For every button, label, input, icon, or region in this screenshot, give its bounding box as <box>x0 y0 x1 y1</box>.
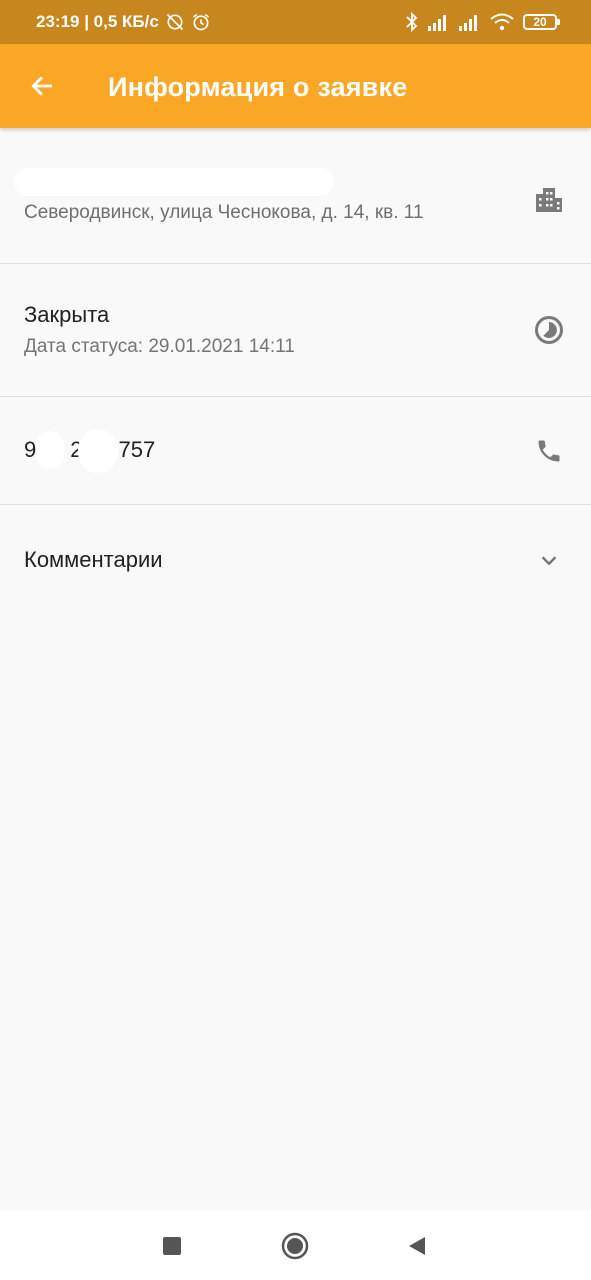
address-text: Северодвинск, улица Чеснокова, д. 14, кв… <box>24 202 424 223</box>
triangle-back-icon <box>409 1237 425 1255</box>
circle-icon <box>281 1232 309 1260</box>
status-bar: 23:19 | 0,5 КБ/с 20 <box>0 0 591 44</box>
arrow-left-icon <box>31 76 53 96</box>
recents-button[interactable] <box>155 1229 189 1263</box>
comments-row[interactable]: Комментарии <box>0 505 591 615</box>
redacted-digits <box>36 431 64 469</box>
status-right: 20 <box>405 0 560 44</box>
redacted-name <box>14 168 334 196</box>
phone-icon[interactable] <box>533 435 565 467</box>
home-button[interactable] <box>278 1229 312 1263</box>
back-button[interactable] <box>20 64 64 108</box>
status-left: 23:19 | 0,5 КБ/с <box>36 0 211 44</box>
page-title: Информация о заявке <box>108 72 408 102</box>
phone-part: 9 <box>24 437 37 462</box>
comments-label: Комментарии <box>24 547 163 572</box>
city-icon <box>533 182 565 214</box>
status-time-speed: 23:19 | 0,5 КБ/с <box>36 12 159 31</box>
status-value: Закрыта <box>24 302 110 327</box>
phone-part: 757 <box>118 437 156 462</box>
square-icon <box>163 1237 181 1255</box>
phone-row[interactable]: 9 2 757 <box>0 397 591 505</box>
app-bar: Информация о заявке <box>0 44 591 128</box>
status-row[interactable]: Закрыта Дата статуса: 29.01.2021 14:11 <box>0 264 591 397</box>
bluetooth-icon <box>406 12 418 32</box>
chevron-down-icon[interactable] <box>533 544 565 576</box>
nav-back-button[interactable] <box>400 1229 434 1263</box>
battery-icon: 20 <box>523 14 560 30</box>
signal-icon <box>459 15 477 31</box>
status-date: Дата статуса: 29.01.2021 14:11 <box>24 336 295 357</box>
alarm-off-icon <box>166 13 183 31</box>
signal-icon <box>428 15 446 31</box>
redacted-digits <box>78 429 118 473</box>
system-nav-bar <box>0 1211 591 1280</box>
alarm-clock-icon <box>192 13 209 31</box>
clock-icon <box>533 314 565 346</box>
wifi-icon <box>490 13 514 31</box>
address-row[interactable]: Северодвинск, улица Чеснокова, д. 14, кв… <box>0 128 591 264</box>
